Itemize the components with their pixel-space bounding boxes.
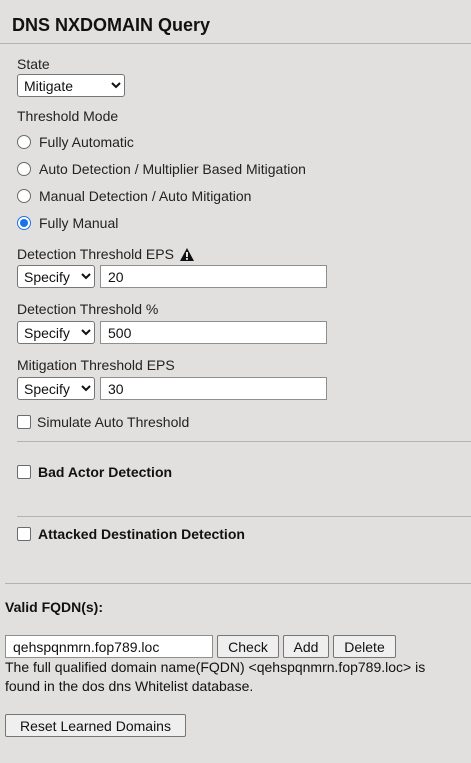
attacked-destination-label: Attacked Destination Detection <box>38 526 245 542</box>
detection-eps-mode-select[interactable]: Specify <box>17 265 95 288</box>
radio-fully-automatic[interactable]: Fully Automatic <box>17 134 134 150</box>
radio-auto-detection-multiplier[interactable]: Auto Detection / Multiplier Based Mitiga… <box>17 161 306 177</box>
mitigation-eps-input[interactable] <box>100 377 327 400</box>
simulate-checkbox[interactable] <box>17 415 31 429</box>
detection-pct-mode-select[interactable]: Specify <box>17 321 95 344</box>
attacked-destination-checkbox[interactable] <box>17 527 31 541</box>
check-button[interactable]: Check <box>217 635 279 658</box>
fqdn-message-line2: found in the dos dns Whitelist database. <box>5 678 254 694</box>
detection-eps-label: Detection Threshold EPS <box>17 246 174 262</box>
mitigation-eps-mode-select[interactable]: Specify <box>17 377 95 400</box>
divider <box>17 516 471 517</box>
panel-title: DNS NXDOMAIN Query <box>12 15 211 35</box>
reset-learned-domains-button[interactable]: Reset Learned Domains <box>5 714 186 737</box>
fqdn-input[interactable] <box>5 635 213 658</box>
simulate-label: Simulate Auto Threshold <box>37 414 190 430</box>
detection-pct-label: Detection Threshold % <box>17 301 159 317</box>
warning-triangle-icon <box>179 247 194 261</box>
fqdn-label: Valid FQDN(s): <box>5 599 104 615</box>
simulate-auto-threshold[interactable]: Simulate Auto Threshold <box>17 414 189 430</box>
radio-button[interactable] <box>17 189 31 203</box>
fqdn-message-line1: The full qualified domain name(FQDN) <qe… <box>5 659 426 675</box>
state-label: State <box>17 56 50 72</box>
detection-eps-input[interactable] <box>100 265 327 288</box>
radio-fully-manual[interactable]: Fully Manual <box>17 215 118 231</box>
panel-header: DNS NXDOMAIN Query <box>0 0 471 44</box>
delete-button[interactable]: Delete <box>333 635 396 658</box>
radio-button[interactable] <box>17 135 31 149</box>
detection-eps-label-row: Detection Threshold EPS <box>17 246 195 262</box>
mitigation-eps-label: Mitigation Threshold EPS <box>17 357 175 373</box>
radio-manual-detection-auto-mitigation[interactable]: Manual Detection / Auto Mitigation <box>17 188 251 204</box>
attacked-destination-detection[interactable]: Attacked Destination Detection <box>17 526 245 542</box>
radio-label: Auto Detection / Multiplier Based Mitiga… <box>39 161 306 177</box>
fqdn-status-message: The full qualified domain name(FQDN) <qe… <box>5 658 425 696</box>
radio-button[interactable] <box>17 162 31 176</box>
bad-actor-checkbox[interactable] <box>17 465 31 479</box>
bad-actor-detection[interactable]: Bad Actor Detection <box>17 464 172 480</box>
bad-actor-label: Bad Actor Detection <box>38 464 173 480</box>
divider <box>17 441 471 442</box>
detection-pct-input[interactable] <box>100 321 327 344</box>
radio-button-selected[interactable] <box>17 216 31 230</box>
threshold-mode-label: Threshold Mode <box>17 108 119 124</box>
divider <box>5 583 471 584</box>
radio-label: Manual Detection / Auto Mitigation <box>39 188 252 204</box>
state-select[interactable]: Mitigate <box>17 74 125 97</box>
radio-label: Fully Automatic <box>39 134 134 150</box>
radio-label: Fully Manual <box>39 215 119 231</box>
add-button[interactable]: Add <box>283 635 329 658</box>
